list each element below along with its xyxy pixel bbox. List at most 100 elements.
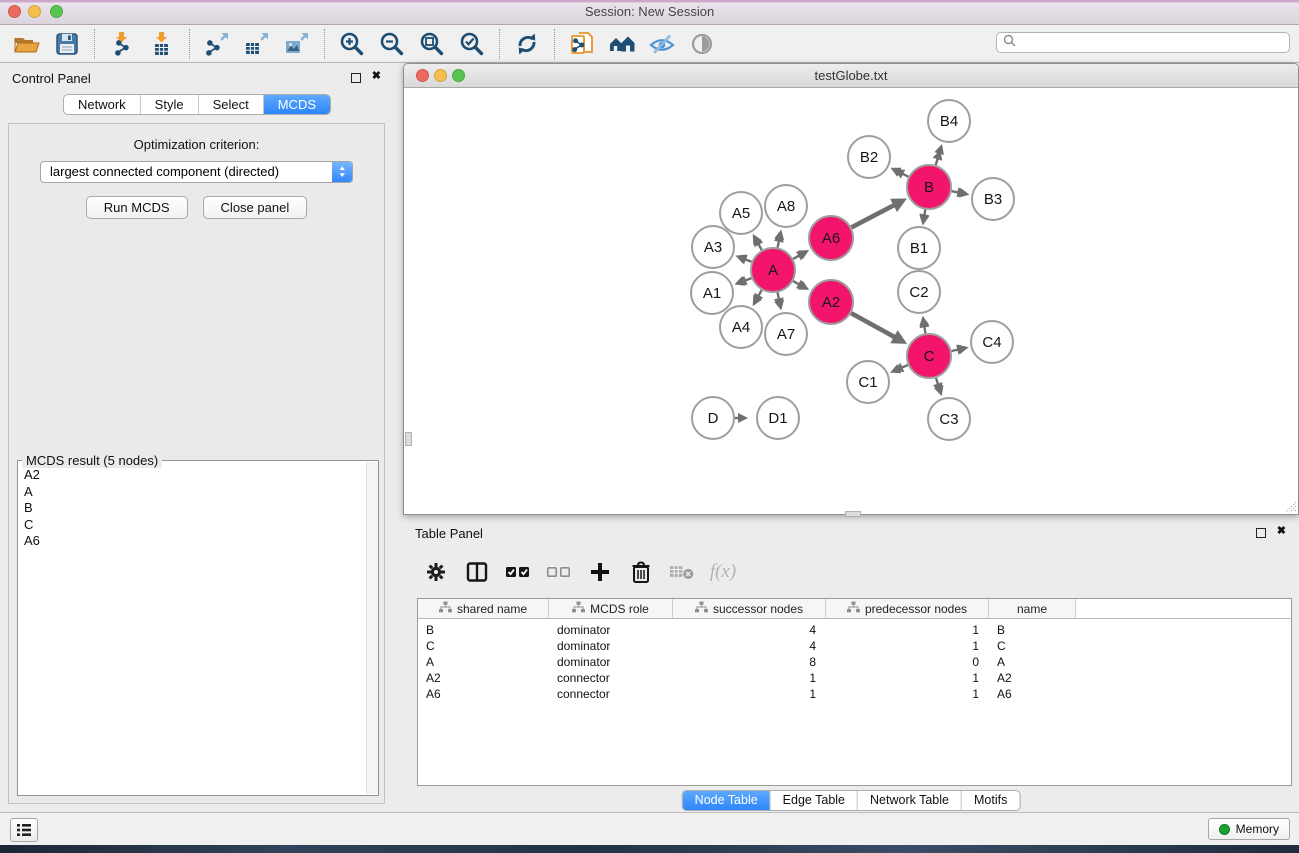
- column-header-successor-nodes[interactable]: successor nodes: [673, 599, 826, 618]
- export-network-icon[interactable]: [202, 30, 232, 58]
- table-cell[interactable]: A: [418, 655, 549, 669]
- graph-node-C[interactable]: C: [907, 334, 951, 378]
- table-cell[interactable]: dominator: [549, 623, 673, 637]
- graph-node-A1[interactable]: A1: [691, 272, 733, 314]
- tab-select[interactable]: Select: [198, 95, 263, 114]
- table-cell[interactable]: 1: [826, 639, 989, 653]
- bottom-resize-handle[interactable]: [845, 511, 861, 517]
- zoom-button[interactable]: [50, 5, 63, 18]
- zoom-fit-icon[interactable]: [417, 30, 447, 58]
- search-box[interactable]: [996, 32, 1290, 53]
- graph-edge-A-A2[interactable]: [793, 280, 809, 290]
- graph-node-A7[interactable]: A7: [765, 313, 807, 355]
- tab-style[interactable]: Style: [140, 95, 198, 114]
- column-header-name[interactable]: name: [989, 599, 1076, 618]
- dropdown-stepper-icon[interactable]: ▲ ▼: [332, 161, 353, 183]
- graph-edge-A-A7[interactable]: [774, 293, 784, 311]
- graph-edge-A-A6[interactable]: [793, 250, 809, 260]
- graph-edge-A6-B[interactable]: [851, 199, 906, 228]
- table-cell[interactable]: 1: [826, 687, 989, 701]
- graph-edge-B-B2[interactable]: [891, 168, 909, 179]
- graph-edge-A2-C[interactable]: [851, 313, 907, 344]
- tab-motifs[interactable]: Motifs: [961, 791, 1019, 810]
- table-cell[interactable]: 1: [826, 671, 989, 685]
- mcds-result-item[interactable]: B: [22, 500, 365, 517]
- graph-edge-A-A8[interactable]: [774, 230, 784, 248]
- save-session-icon[interactable]: [52, 30, 82, 58]
- graph-node-A3[interactable]: A3: [692, 226, 734, 268]
- graph-node-A4[interactable]: A4: [720, 306, 762, 348]
- zoom-selected-icon[interactable]: [457, 30, 487, 58]
- mcds-result-item[interactable]: A: [22, 484, 365, 501]
- split-panel-icon[interactable]: [464, 558, 490, 586]
- import-table-icon[interactable]: [147, 30, 177, 58]
- network-close-button[interactable]: [416, 69, 429, 82]
- table-cell[interactable]: B: [418, 623, 549, 637]
- table-cell[interactable]: 4: [673, 639, 826, 653]
- optimization-criterion-select[interactable]: largest connected component (directed) ▲…: [40, 161, 353, 183]
- resize-grip-icon[interactable]: [1284, 500, 1297, 513]
- close-table-panel-icon[interactable]: ✖: [1277, 524, 1286, 538]
- graph-edge-C-C1[interactable]: [890, 363, 908, 374]
- select-all-icon[interactable]: [505, 558, 531, 586]
- table-cell[interactable]: 4: [673, 623, 826, 637]
- graph-node-B3[interactable]: B3: [972, 178, 1014, 220]
- add-entry-icon[interactable]: [587, 558, 613, 586]
- graph-node-C4[interactable]: C4: [971, 321, 1013, 363]
- graph-node-A2[interactable]: A2: [809, 280, 853, 324]
- graph-edge-A-A3[interactable]: [735, 255, 751, 265]
- close-panel-button[interactable]: Close panel: [203, 196, 308, 219]
- table-cell[interactable]: C: [989, 639, 1076, 653]
- table-cell[interactable]: 0: [826, 655, 989, 669]
- graph-edge-D-D1[interactable]: [735, 413, 748, 423]
- table-cell[interactable]: 1: [826, 623, 989, 637]
- tab-edge-table[interactable]: Edge Table: [770, 791, 857, 810]
- graph-edge-B-B3[interactable]: [952, 187, 970, 197]
- settings-icon[interactable]: [423, 558, 449, 586]
- close-button[interactable]: [8, 5, 21, 18]
- table-cell[interactable]: A: [989, 655, 1076, 669]
- float-panel-icon[interactable]: [351, 73, 361, 83]
- zoom-in-icon[interactable]: [337, 30, 367, 58]
- graph-node-B1[interactable]: B1: [898, 227, 940, 269]
- show-all-icon[interactable]: [687, 30, 717, 58]
- table-row[interactable]: A6connector11A6: [418, 686, 1291, 702]
- graph-edge-C-C4[interactable]: [952, 345, 969, 355]
- table-cell[interactable]: 8: [673, 655, 826, 669]
- table-cell[interactable]: A2: [418, 671, 549, 685]
- memory-button[interactable]: Memory: [1208, 818, 1290, 840]
- network-minimize-button[interactable]: [434, 69, 447, 82]
- table-cell[interactable]: A2: [989, 671, 1076, 685]
- graph-edge-A-A1[interactable]: [735, 276, 752, 286]
- panel-selector-button[interactable]: [10, 818, 38, 842]
- tab-mcds[interactable]: MCDS: [263, 95, 330, 114]
- mcds-result-item[interactable]: A2: [22, 467, 365, 484]
- table-row[interactable]: A2connector11A2: [418, 670, 1291, 686]
- graph-node-A[interactable]: A: [751, 248, 795, 292]
- tab-network-table[interactable]: Network Table: [857, 791, 961, 810]
- table-cell[interactable]: A6: [418, 687, 549, 701]
- graph-node-A6[interactable]: A6: [809, 216, 853, 260]
- graph-node-B[interactable]: B: [907, 165, 951, 209]
- table-row[interactable]: Bdominator41B: [418, 622, 1291, 638]
- graph-node-C3[interactable]: C3: [928, 398, 970, 440]
- graph-node-C1[interactable]: C1: [847, 361, 889, 403]
- duplicate-network-icon[interactable]: [567, 30, 597, 58]
- mcds-result-item[interactable]: C: [22, 517, 365, 534]
- table-cell[interactable]: connector: [549, 687, 673, 701]
- refresh-icon[interactable]: [512, 30, 542, 58]
- run-mcds-button[interactable]: Run MCDS: [86, 196, 188, 219]
- graph-edge-C-C3[interactable]: [933, 378, 944, 396]
- column-header-predecessor-nodes[interactable]: predecessor nodes: [826, 599, 989, 618]
- graph-edge-A-A4[interactable]: [753, 290, 764, 306]
- export-image-icon[interactable]: [282, 30, 312, 58]
- minimize-button[interactable]: [28, 5, 41, 18]
- zoom-out-icon[interactable]: [377, 30, 407, 58]
- graph-edge-B-B1[interactable]: [919, 210, 929, 226]
- first-neighbors-icon[interactable]: [607, 30, 637, 58]
- graph-node-A8[interactable]: A8: [765, 185, 807, 227]
- hide-selected-icon[interactable]: [647, 30, 677, 58]
- table-cell[interactable]: dominator: [549, 639, 673, 653]
- graph-edge-A-A5[interactable]: [753, 234, 764, 250]
- table-cell[interactable]: dominator: [549, 655, 673, 669]
